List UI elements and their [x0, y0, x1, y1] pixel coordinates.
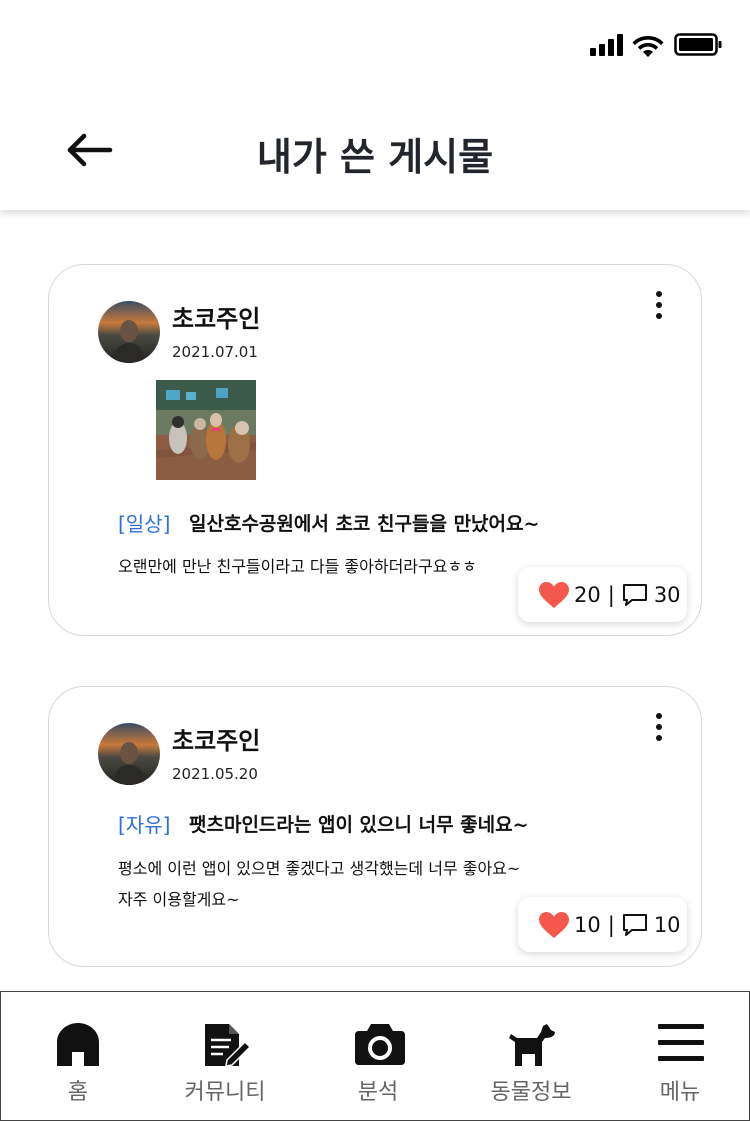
post-image[interactable]	[156, 380, 256, 480]
more-options-icon[interactable]	[651, 291, 667, 325]
more-options-icon[interactable]	[651, 713, 667, 747]
heart-icon[interactable]	[538, 581, 570, 609]
home-icon	[57, 1023, 99, 1066]
camera-icon	[355, 1024, 405, 1065]
author-name: 초코주인	[172, 305, 261, 333]
post-date: 2021.07.01	[172, 343, 258, 361]
comment-icon[interactable]	[622, 583, 648, 607]
post-body: 평소에 이런 앱이 있으면 좋겠다고 생각했는데 너무 좋아요~ 자주 이용할게…	[118, 853, 520, 915]
nav-label: 분석	[357, 1080, 399, 1105]
wifi-icon	[632, 36, 664, 57]
nav-item-community[interactable]: 커뮤니티	[155, 992, 295, 1120]
nav-item-home[interactable]: 홈	[1, 992, 155, 1120]
signal-icon	[590, 34, 624, 56]
post-card[interactable]: 초코주인 2021.05.20 [자유] 팻츠마인드라는 앱이 있으니 너무 좋…	[48, 686, 702, 967]
status-bar	[0, 0, 750, 90]
battery-icon	[674, 33, 722, 56]
post-body: 오랜만에 만난 친구들이라고 다들 좋아하더라구요ㅎㅎ	[118, 557, 477, 576]
comment-count: 30	[653, 582, 681, 607]
post-date: 2021.05.20	[172, 765, 258, 783]
author-name: 초코주인	[172, 727, 261, 755]
hamburger-menu-icon	[658, 1024, 704, 1061]
nav-label: 메뉴	[659, 1080, 701, 1105]
nav-item-menu[interactable]: 메뉴	[609, 992, 750, 1120]
document-edit-icon	[205, 1024, 251, 1067]
like-count: 10	[574, 912, 601, 937]
post-title[interactable]: 팻츠마인드라는 앱이 있으니 너무 좋네요~	[189, 810, 529, 837]
avatar	[98, 723, 160, 785]
page-title: 내가 쓴 게시물	[256, 135, 494, 179]
stats-separator: |	[607, 582, 615, 607]
post-title[interactable]: 일산호수공원에서 초코 친구들을 만났어요~	[189, 509, 539, 536]
nav-item-analysis[interactable]: 분석	[305, 992, 451, 1120]
post-feed: 초코주인 2021.07.01 [일상] 일산호수공원에서 초코 친구들을 만났…	[0, 210, 750, 991]
post-stats: 20 | 30	[518, 567, 687, 622]
post-card[interactable]: 초코주인 2021.07.01 [일상] 일산호수공원에서 초코 친구들을 만났…	[48, 264, 702, 636]
nav-label: 동물정보	[490, 1080, 572, 1105]
nav-label: 커뮤니티	[184, 1080, 266, 1105]
post-body-line: 평소에 이런 앱이 있으면 좋겠다고 생각했는데 너무 좋아요~	[118, 859, 521, 878]
stats-separator: |	[607, 912, 615, 937]
post-category[interactable]: [자유]	[118, 809, 170, 838]
like-count: 20	[574, 582, 601, 607]
comment-icon[interactable]	[622, 913, 648, 937]
post-category[interactable]: [일상]	[118, 508, 170, 537]
heart-icon[interactable]	[538, 911, 570, 939]
dog-icon	[509, 1024, 555, 1066]
nav-item-animal-info[interactable]: 동물정보	[457, 992, 605, 1120]
nav-label: 홈	[67, 1080, 89, 1105]
comment-count: 10	[653, 912, 681, 937]
avatar	[98, 301, 160, 363]
bottom-navigation: 홈 커뮤니티 분석 동물정보 메뉴	[0, 991, 750, 1121]
app-header: 내가 쓴 게시물	[0, 90, 750, 210]
post-stats: 10 | 10	[518, 897, 687, 952]
post-body-line: 자주 이용할게요~	[118, 890, 240, 909]
